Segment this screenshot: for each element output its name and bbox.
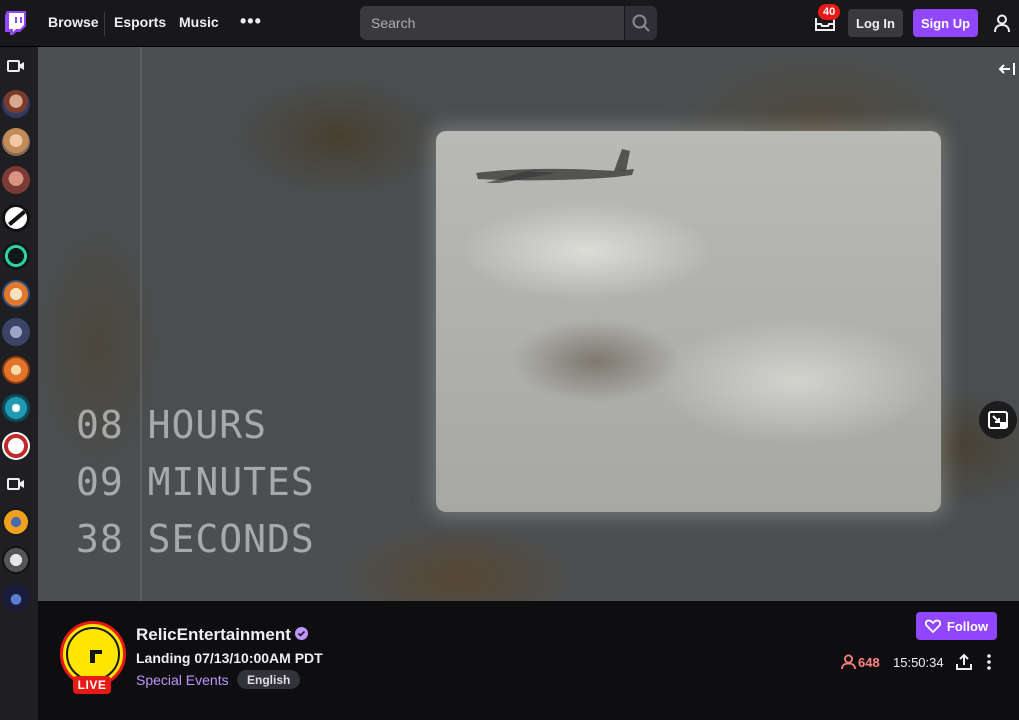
side-navigation [0,47,38,720]
nav-divider [104,12,105,36]
stream-title: Landing 07/13/10:00AM PDT [136,650,323,666]
share-icon[interactable] [955,653,973,671]
viewer-count: 648 [858,655,880,670]
miniplayer-icon [988,411,1008,429]
countdown-minutes: 09 MINUTES [76,460,315,504]
countdown-seconds: 38 SECONDS [76,517,315,561]
sidebar-channel-avatar[interactable] [2,584,30,612]
search-input[interactable] [371,15,613,31]
sidebar-channel-avatar[interactable] [2,128,30,156]
live-badge: LIVE [73,676,111,694]
sidebar-channel-avatar[interactable] [2,204,30,232]
search-button[interactable] [625,6,657,40]
sidebar-channel-avatar[interactable] [2,432,30,460]
sidebar-channel-avatar[interactable] [2,90,30,118]
video-player[interactable]: 08 HOURS 09 MINUTES 38 SECONDS [38,47,1019,601]
viewers-icon [841,654,856,670]
signup-button[interactable]: Sign Up [913,9,978,37]
miniplayer-button[interactable] [979,401,1017,439]
login-button[interactable]: Log In [848,9,903,37]
follow-button[interactable]: Follow [916,612,997,640]
more-menu-icon[interactable]: ••• [240,12,262,30]
followed-channels-camera-icon[interactable] [7,59,25,73]
channel-info-panel: LIVE RelicEntertainment Landing 07/13/10… [38,601,1019,720]
stream-uptime: 15:50:34 [893,655,944,670]
sidebar-channel-avatar[interactable] [2,508,30,536]
twitch-logo-icon[interactable] [5,11,27,35]
nav-browse-link[interactable]: Browse [48,14,99,30]
search-icon [632,14,650,32]
follow-label: Follow [946,618,989,634]
sidebar-channel-avatar[interactable] [2,394,30,422]
sidebar-channel-avatar[interactable] [2,546,30,574]
search-box[interactable] [360,6,624,40]
sidebar-channel-avatar[interactable] [2,242,30,270]
top-navigation: Browse Esports Music ••• 40 Log In Sign … [0,0,1019,47]
category-link[interactable]: Special Events [136,672,229,688]
bomber-plane-silhouette [476,149,634,183]
nav-esports-link[interactable]: Esports [114,14,166,30]
countdown-hours: 08 HOURS [76,403,268,447]
notification-badge: 40 [818,4,841,20]
sidebar-channel-avatar[interactable] [2,280,30,308]
sidebar-channel-avatar[interactable] [2,318,30,346]
user-menu-icon[interactable] [992,13,1012,33]
heart-icon [924,619,941,633]
nav-music-link[interactable]: Music [179,14,219,30]
sidebar-channel-avatar[interactable] [2,166,30,194]
verified-badge-icon [295,627,308,640]
video-inset-frame [436,131,941,512]
collapse-chat-icon[interactable] [998,61,1016,77]
language-tag[interactable]: English [237,670,301,689]
recommended-channels-camera-icon[interactable] [7,477,25,491]
channel-name[interactable]: RelicEntertainment [136,625,291,645]
more-options-icon[interactable] [985,653,993,671]
relic-logo-icon [90,650,102,663]
sidebar-channel-avatar[interactable] [2,356,30,384]
